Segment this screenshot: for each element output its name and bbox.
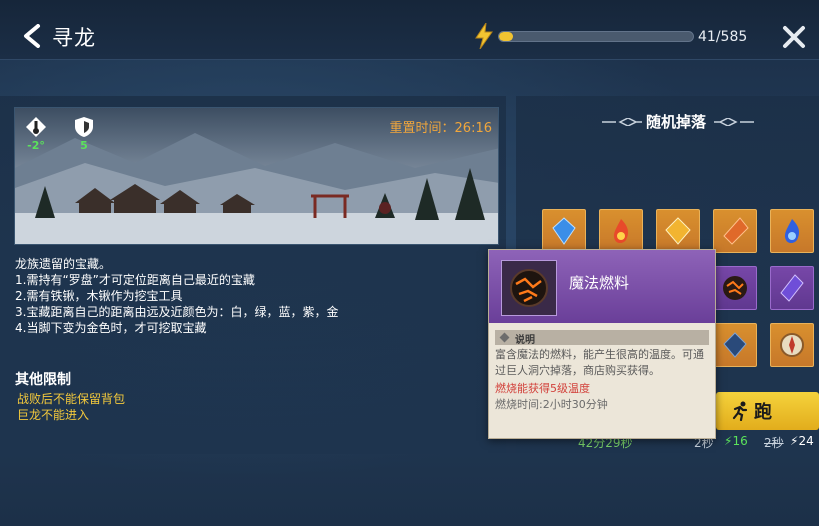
description-line: 龙族遗留的宝藏。 (15, 257, 112, 271)
tooltip-item-icon (501, 260, 557, 316)
purple-crystal-icon (780, 274, 804, 302)
defense-value: 5 (80, 139, 88, 152)
compass-icon (780, 333, 804, 357)
energy-count: 41/585 (698, 29, 748, 45)
orange-crystal-icon (723, 217, 749, 245)
page-title: 寻龙 (52, 26, 96, 50)
top-bar: 寻龙 41/585 (0, 0, 819, 60)
drop-header: 随机掉落 (602, 111, 754, 133)
blue-crystal-icon (552, 217, 576, 245)
energy-cost-a-value: 16 (732, 434, 748, 448)
tooltip-item-name: 魔法燃料 (569, 274, 630, 292)
drop-title: 随机掉落 (646, 113, 707, 131)
temperature-stat: -2° (23, 116, 49, 152)
drop-item-dark-crystal[interactable] (713, 323, 757, 367)
tooltip-burn-time: 燃烧时间:2小时30分钟 (495, 398, 608, 411)
chevron-left-icon (24, 24, 40, 48)
tooltip-header: 魔法燃料 (489, 250, 715, 323)
drop-item-magic-fuel[interactable] (713, 266, 757, 310)
drop-item-compass[interactable] (770, 323, 814, 367)
run-label: 跑 (754, 402, 772, 423)
dark-crystal-icon (723, 332, 747, 358)
energy-cost-a: ⚡16 (724, 434, 748, 448)
snow-village-scene: -2° 5 重置时间：26:16 (14, 107, 499, 245)
drop-item-blue-crystal[interactable] (542, 209, 586, 253)
energy-fill (499, 32, 513, 41)
drop-item-purple-crystal[interactable] (770, 266, 814, 310)
description-line: 1.需持有“罗盘”才可定位距离自己最近的宝藏 (15, 273, 255, 287)
tooltip-description: 富含魔法的燃料，能产生很高的温度。可通过巨人洞穴掉落，商店购买获得。 (495, 348, 704, 377)
reset-timer: 重置时间：26:16 (389, 121, 492, 136)
description-line: 3.宝藏距离自己的距离由远及近颜色为：白，绿，蓝，紫，金 (15, 305, 339, 319)
magic-fuel-icon (723, 276, 747, 300)
temperature-value: -2° (27, 139, 45, 152)
drop-item-amber-crystal[interactable] (656, 209, 700, 253)
description-line: 4.当脚下变为金色时，才可挖取宝藏 (15, 321, 207, 335)
crossed-swords-icon (783, 26, 805, 48)
running-man-icon (732, 401, 748, 421)
item-tooltip: 魔法燃料 说明 富含魔法的燃料，能产生很高的温度。可通过巨人洞穴掉落，商店购买获… (488, 249, 716, 439)
limits-title: 其他限制 (15, 372, 71, 388)
ornament-left-icon (602, 118, 642, 126)
ornament-right-icon (714, 118, 754, 126)
magic-fuel-icon (510, 269, 548, 307)
run-button[interactable]: 跑 (716, 392, 819, 430)
lightning-icon (475, 23, 493, 49)
limit-item: 巨龙不能进入 (17, 408, 90, 422)
energy-cost-b-value: 24 (798, 434, 814, 448)
tooltip-section-label: 说明 (515, 335, 535, 346)
defense-stat: 5 (71, 116, 97, 152)
left-panel: -2° 5 重置时间：26:16 龙族遗留的宝藏。 1.需持有“罗盘”才可定位距… (0, 96, 506, 454)
drop-item-orange-crystal[interactable] (713, 209, 757, 253)
back-button[interactable] (22, 24, 44, 48)
energy-bar (498, 31, 694, 42)
description-line: 2.需有铁锹，木锹作为挖宝工具 (15, 289, 183, 303)
diamond-bullet-icon (499, 332, 510, 343)
shield-icon (75, 117, 93, 137)
limits-list: 战败后不能保留背包 巨龙不能进入 (17, 391, 125, 423)
blue-fire-icon (784, 219, 800, 243)
treasure-description: 龙族遗留的宝藏。 1.需持有“罗盘”才可定位距离自己最近的宝藏 2.需有铁锹，木… (15, 256, 338, 336)
cost-time-b: 2秒 (764, 436, 784, 450)
close-button[interactable] (782, 25, 806, 49)
drop-item-blue-fire[interactable] (770, 209, 814, 253)
fire-essence-icon (613, 219, 629, 243)
tooltip-section-bar: 说明 (495, 330, 709, 346)
energy-cost-b: ⚡24 (790, 434, 814, 448)
thermometer-icon (26, 117, 46, 137)
limit-item: 战败后不能保留背包 (17, 392, 126, 406)
amber-crystal-icon (665, 217, 691, 245)
drop-item-fire-essence[interactable] (599, 209, 643, 253)
tooltip-effect: 燃烧能获得5级温度 (495, 382, 590, 395)
